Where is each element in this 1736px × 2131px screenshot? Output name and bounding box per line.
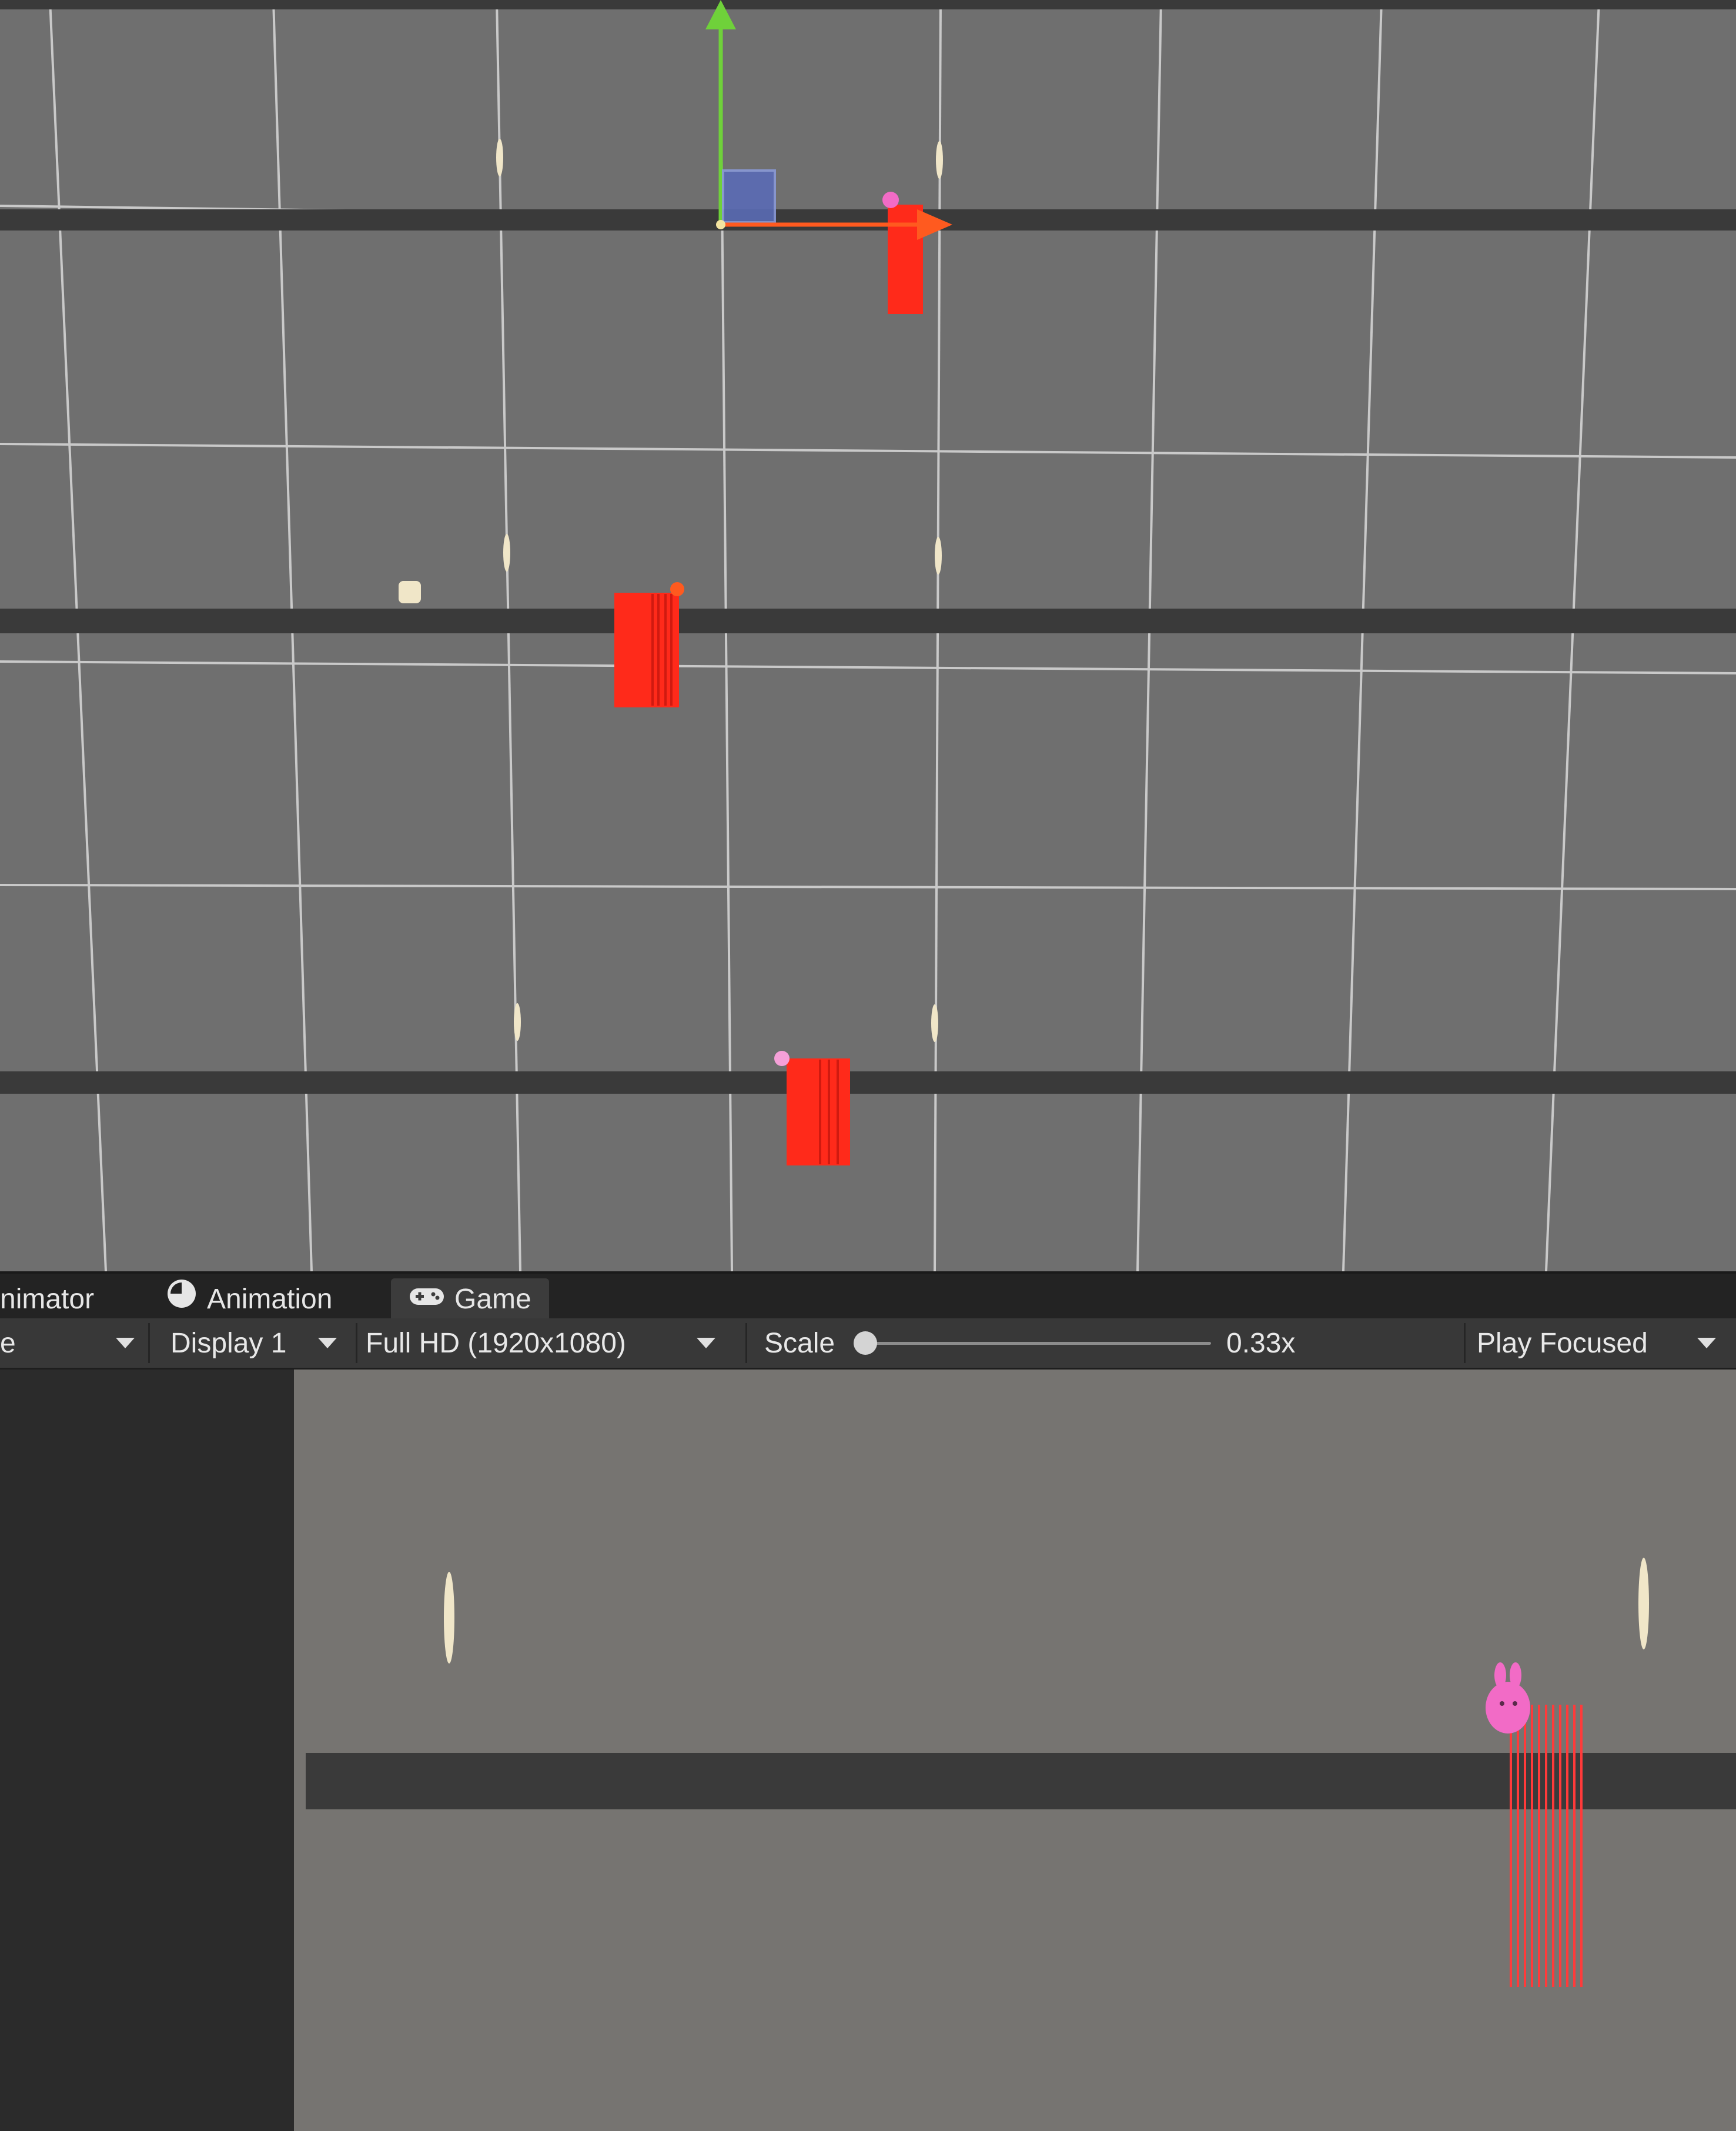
play-mode-label: Play Focused (1477, 1327, 1648, 1359)
scale-value-text: 0.33x (1226, 1327, 1296, 1359)
coin-marker (514, 1003, 521, 1041)
gizmo-center (716, 220, 725, 229)
coin-sprite (444, 1572, 454, 1664)
chevron-down-icon (115, 1338, 135, 1348)
game-mode-dropdown[interactable]: e (0, 1318, 141, 1368)
toolbar-divider (356, 1323, 357, 1363)
player-marker-icon (774, 1051, 790, 1066)
game-view-toolbar: e Display 1 Full HD (1920x1080) Scale 0.… (0, 1318, 1736, 1370)
game-background (306, 1370, 1736, 2131)
gizmo-plane-handle (722, 169, 776, 223)
scale-slider-handle[interactable] (854, 1331, 877, 1355)
tab-animation-label: Animation (207, 1284, 333, 1315)
game-mode-label: e (0, 1327, 16, 1359)
display-label: Display 1 (170, 1327, 287, 1359)
scale-slider-track[interactable] (864, 1342, 1211, 1345)
coin-marker (931, 1004, 938, 1042)
tab-game[interactable]: Game (391, 1278, 549, 1321)
player-marker-icon (670, 582, 684, 596)
scene-canvas[interactable] (0, 0, 1736, 1271)
obstacle-1[interactable] (882, 192, 923, 314)
tab-game-label: Game (454, 1284, 531, 1315)
chevron-down-icon (318, 1338, 337, 1348)
platform-2[interactable] (0, 609, 1736, 633)
obstacle-3[interactable] (774, 1051, 850, 1165)
light-gizmo-icon (399, 581, 421, 603)
resolution-label: Full HD (1920x1080) (366, 1327, 626, 1359)
scene-top-edge (0, 0, 1736, 9)
display-dropdown[interactable]: Display 1 (170, 1318, 337, 1368)
coin-sprite (1638, 1558, 1649, 1649)
obstacle-2[interactable] (614, 582, 684, 707)
coin-marker (496, 139, 503, 176)
editor-tab-strip: nimator Animation Game (0, 1271, 1736, 1321)
scale-label-text: Scale (764, 1327, 835, 1359)
coin-marker (935, 537, 942, 574)
resolution-dropdown[interactable]: Full HD (1920x1080) (366, 1318, 715, 1368)
player-marker-icon (882, 192, 899, 208)
gamepad-icon (409, 1278, 445, 1321)
scale-label: Scale (764, 1318, 835, 1368)
toolbar-divider (148, 1323, 150, 1363)
scale-value: 0.33x (1226, 1318, 1295, 1368)
coin-marker (503, 534, 510, 572)
tab-animator-label: nimator (0, 1284, 95, 1315)
game-view[interactable] (294, 1370, 1736, 2131)
move-gizmo[interactable] (705, 0, 952, 240)
toolbar-divider (1464, 1323, 1466, 1363)
game-canvas[interactable] (294, 1370, 1736, 2131)
game-platform (306, 1753, 1736, 1809)
tab-animation[interactable]: Animation (166, 1278, 332, 1321)
clock-icon (166, 1278, 198, 1322)
play-mode-dropdown[interactable]: Play Focused (1477, 1318, 1716, 1368)
toolbar-divider (745, 1323, 747, 1363)
platform-1[interactable] (0, 209, 1736, 231)
chevron-down-icon (1697, 1338, 1716, 1348)
scene-view[interactable] (0, 0, 1736, 1271)
chevron-down-icon (696, 1338, 715, 1348)
tab-animator[interactable]: nimator (0, 1278, 94, 1321)
platform-3[interactable] (0, 1071, 1736, 1094)
coin-marker (936, 141, 943, 179)
game-view-letterbox (0, 1370, 312, 2131)
